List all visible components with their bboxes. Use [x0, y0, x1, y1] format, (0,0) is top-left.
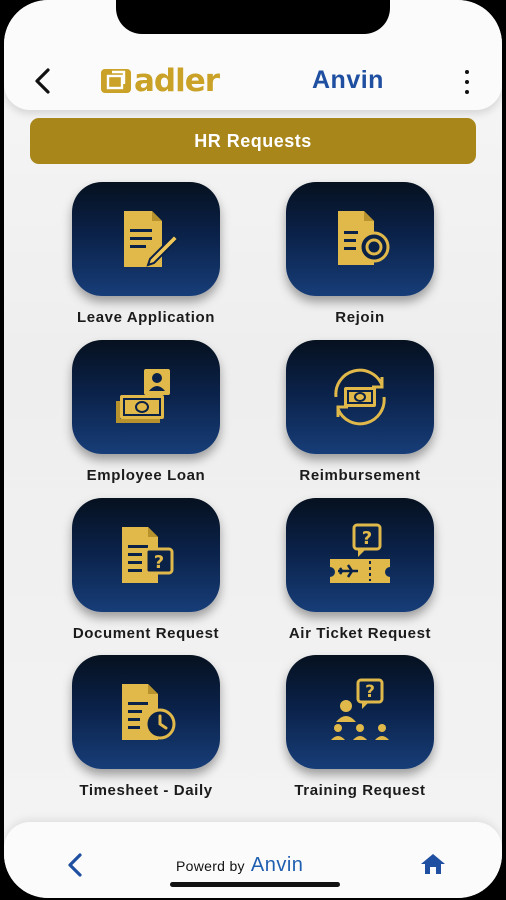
tile-timesheet-daily[interactable]: Timesheet - Daily	[46, 655, 246, 805]
bottom-bar: Powerd by Anvin	[4, 822, 502, 898]
powered-by-brand: Anvin	[250, 854, 304, 876]
document-pen-icon	[124, 211, 180, 267]
tile-label: Timesheet - Daily	[79, 782, 213, 799]
tile-label: Rejoin	[335, 309, 385, 326]
tile-rejoin[interactable]: Rejoin	[260, 182, 460, 332]
powered-by: Powerd by Anvin	[176, 854, 303, 877]
chevron-left-icon	[35, 68, 50, 94]
training-question-icon: ?	[331, 678, 389, 740]
document-coin-icon	[338, 211, 390, 265]
back-button[interactable]	[30, 66, 56, 96]
tile-label: Training Request	[294, 782, 426, 799]
svg-text:?: ?	[362, 528, 372, 549]
adler-logo: adler	[100, 64, 250, 98]
document-question-icon: ?	[122, 527, 174, 583]
app-screen: adler Anvin HR Requests Leave Applicatio…	[4, 0, 502, 898]
cash-person-icon	[116, 369, 170, 423]
more-menu-button[interactable]	[460, 70, 474, 94]
tile-reimbursement[interactable]: Reimbursement	[260, 340, 460, 490]
menu-dot	[465, 80, 469, 84]
tile-icon-box	[72, 182, 220, 296]
tile-label: Document Request	[72, 625, 220, 642]
svg-text:?: ?	[365, 682, 375, 702]
tile-label: Leave Application	[76, 309, 215, 326]
logo-text: adler	[134, 63, 220, 99]
tile-label: Reimbursement	[299, 467, 421, 484]
logo-mark-icon	[101, 69, 131, 93]
ticket-question-icon: ?	[330, 523, 390, 583]
tile-employee-loan[interactable]: Employee Loan	[46, 340, 246, 490]
tile-document-request[interactable]: ? Document Request	[46, 498, 246, 648]
menu-dot	[465, 90, 469, 94]
home-indicator	[170, 882, 340, 887]
tile-icon-box: ?	[286, 498, 434, 612]
tile-icon-box: ?	[286, 655, 434, 769]
home-button[interactable]	[420, 852, 446, 876]
company-name: Anvin	[312, 66, 384, 94]
tile-label: Air Ticket Request	[288, 625, 432, 642]
tile-icon-box	[286, 182, 434, 296]
tile-leave-application[interactable]: Leave Application	[46, 182, 246, 332]
device-notch	[116, 0, 390, 34]
tile-icon-box: ?	[72, 498, 220, 612]
tile-training-request[interactable]: ? Training Request	[260, 655, 460, 805]
svg-text:?: ?	[154, 552, 164, 573]
document-clock-icon	[122, 684, 176, 740]
powered-by-label: Powerd by	[176, 858, 245, 874]
tile-label: Employee Loan	[86, 467, 206, 484]
tile-icon-box	[72, 340, 220, 454]
tile-icon-box	[72, 655, 220, 769]
tile-air-ticket-request[interactable]: ? Air Ticket Request	[260, 498, 460, 648]
page-title: HR Requests	[30, 118, 476, 164]
chevron-left-icon	[68, 853, 82, 877]
menu-dot	[465, 70, 469, 74]
home-icon	[421, 854, 445, 874]
tile-icon-box	[286, 340, 434, 454]
footer-back-button[interactable]	[64, 852, 86, 878]
cash-cycle-icon	[334, 368, 386, 426]
